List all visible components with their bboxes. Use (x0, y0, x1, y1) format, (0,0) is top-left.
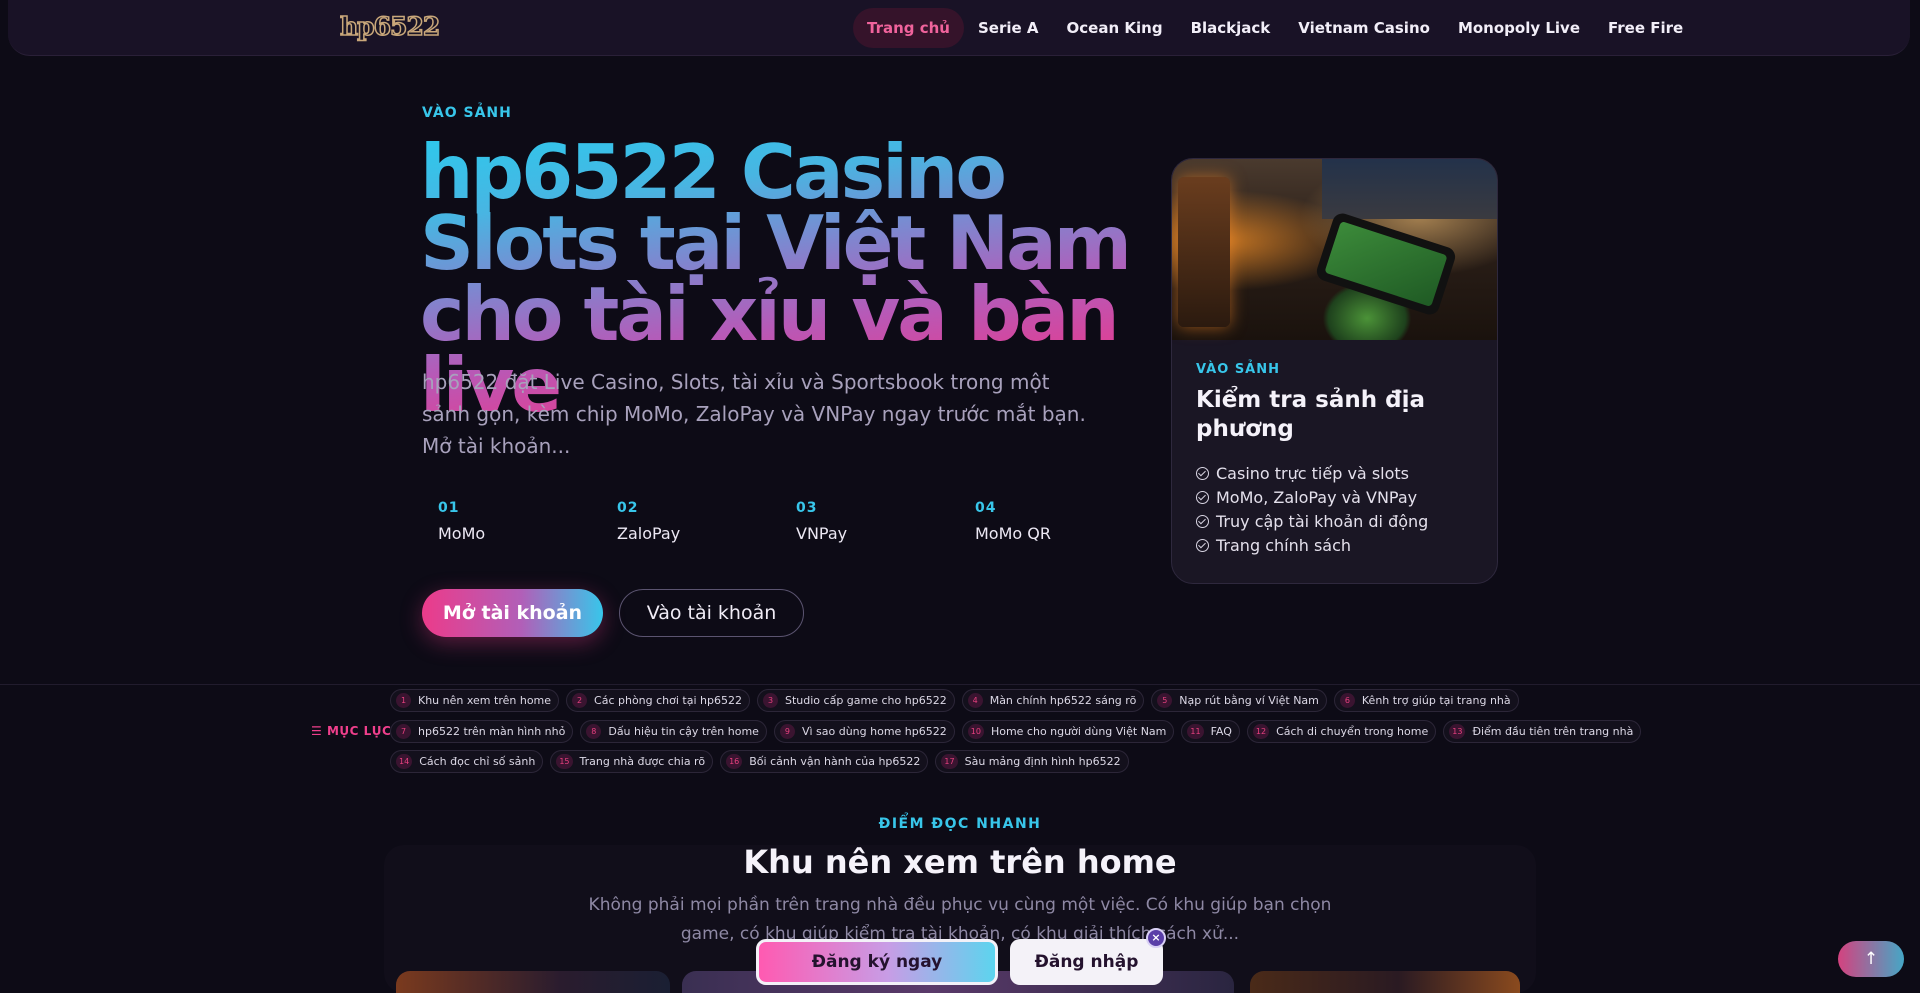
payment-item: 04 MoMo QR (975, 500, 1154, 543)
toc-item[interactable]: 2 Các phòng chơi tại hp6522 (566, 689, 750, 712)
toc-item[interactable]: 11 FAQ (1181, 720, 1240, 743)
toc-item[interactable]: 15 Trang nhà được chia rõ (550, 750, 714, 773)
checklist-item: Truy cập tài khoản di động (1196, 509, 1473, 533)
casino-phone-image (1172, 159, 1497, 340)
payment-item: 02 ZaloPay (617, 500, 796, 543)
close-icon[interactable]: × (1146, 928, 1166, 948)
payment-item: 03 VNPay (796, 500, 975, 543)
toc-item[interactable]: 6 Kênh trợ giúp tại trang nhà (1333, 689, 1519, 712)
toc-item[interactable]: 17 Sàu mảng định hình hp6522 (935, 750, 1129, 773)
check-circle-icon (1196, 466, 1209, 480)
payment-name: ZaloPay (617, 524, 681, 543)
open-account-button[interactable]: Mở tài khoản (422, 589, 603, 637)
site-header: hp6522 Trang chủ Serie A Ocean King Blac… (8, 0, 1910, 56)
game-thumbnail[interactable] (396, 971, 670, 993)
toc-item[interactable]: 16 Bối cảnh vận hành của hp6522 (720, 750, 929, 773)
sticky-login-button[interactable]: Đăng nhập (1010, 939, 1163, 985)
toc-item[interactable]: 12 Cách di chuyển trong home (1246, 720, 1437, 743)
card-title: Kiểm tra sảnh địa phương (1196, 387, 1425, 442)
nav-item-home[interactable]: Trang chủ (853, 8, 964, 48)
toc-label: ☰ MỤC LỤC (311, 724, 392, 738)
toc-item[interactable]: 7 hp6522 trên màn hình nhỏ (390, 720, 574, 743)
check-circle-icon (1196, 538, 1209, 552)
card-kicker: VÀO SẢNH (1196, 362, 1281, 377)
back-to-top-button[interactable]: ↑ (1838, 941, 1904, 977)
payment-number: 01 (438, 500, 460, 516)
arrow-up-icon: ↑ (1863, 949, 1879, 969)
toc-item[interactable]: 8 Dấu hiệu tin cậy trên home (580, 720, 767, 743)
section-title: Khu nên xem trên home (743, 843, 1177, 881)
check-circle-icon (1196, 514, 1209, 528)
toc-row: 7 hp6522 trên màn hình nhỏ 8 Dấu hiệu tin … (390, 720, 1648, 743)
toc-item[interactable]: 3 Studio cấp game cho hp6522 (757, 689, 955, 712)
payment-name: VNPay (796, 524, 848, 543)
payment-methods: 01 MoMo 02 ZaloPay 03 VNPay 04 MoMo QR (438, 500, 1154, 543)
section-kicker: ĐIỂM ĐỌC NHANH (878, 816, 1042, 832)
check-circle-icon (1196, 490, 1209, 504)
site-logo[interactable]: hp6522 (339, 11, 441, 42)
payment-number: 03 (796, 500, 818, 516)
checklist-item: Casino trực tiếp và slots (1196, 461, 1473, 485)
toc-item[interactable]: 5 Nạp rút bằng ví Việt Nam (1151, 689, 1327, 712)
nav-item-ocean-king[interactable]: Ocean King (1053, 8, 1177, 48)
nav-item-vietnam-casino[interactable]: Vietnam Casino (1284, 8, 1444, 48)
toc-item[interactable]: 10 Home cho người dùng Việt Nam (961, 720, 1175, 743)
toc-item[interactable]: 9 Vì sao dùng home hp6522 (773, 720, 955, 743)
list-icon: ☰ (311, 724, 327, 738)
lobby-card: VÀO SẢNH Kiểm tra sảnh địa phương Casino… (1171, 158, 1498, 584)
sticky-signup-button[interactable]: Đăng ký ngay (756, 939, 998, 985)
enter-account-button[interactable]: Vào tài khoản (619, 589, 804, 637)
game-thumbnail[interactable] (1250, 971, 1520, 993)
payment-name: MoMo (438, 524, 486, 543)
payment-name: MoMo QR (975, 524, 1051, 543)
toc-item[interactable]: 13 Điểm đầu tiên trên trang nhà (1443, 720, 1642, 743)
payment-number: 04 (975, 500, 997, 516)
payment-number: 02 (617, 500, 639, 516)
toc-row: 1 Khu nên xem trên home 2 Các phòng chơi t… (390, 689, 1526, 712)
nav-item-free-fire[interactable]: Free Fire (1594, 8, 1697, 48)
main-nav: Trang chủ Serie A Ocean King Blackjack V… (853, 8, 1697, 48)
toc-row: 14 Cách đọc chỉ số sảnh 15 Trang nhà được … (390, 750, 1136, 773)
hero-description: hp6522 đặt Live Casino, Slots, tài xỉu v… (422, 370, 1086, 458)
nav-item-serie-a[interactable]: Serie A (964, 8, 1053, 48)
toc-item[interactable]: 4 Màn chính hp6522 sáng rõ (961, 689, 1145, 712)
checklist-item: Trang chính sách (1196, 533, 1473, 557)
toc-item[interactable]: 14 Cách đọc chỉ số sảnh (390, 750, 544, 773)
toc-item[interactable]: 1 Khu nên xem trên home (390, 689, 560, 712)
nav-item-blackjack[interactable]: Blackjack (1177, 8, 1285, 48)
nav-item-monopoly-live[interactable]: Monopoly Live (1444, 8, 1594, 48)
checklist-item: MoMo, ZaloPay và VNPay (1196, 485, 1473, 509)
hero-kicker: VÀO SẢNH (422, 105, 512, 121)
card-checklist: Casino trực tiếp và slots MoMo, ZaloPay … (1196, 461, 1473, 557)
payment-item: 01 MoMo (438, 500, 617, 543)
toc-divider (0, 684, 1920, 685)
